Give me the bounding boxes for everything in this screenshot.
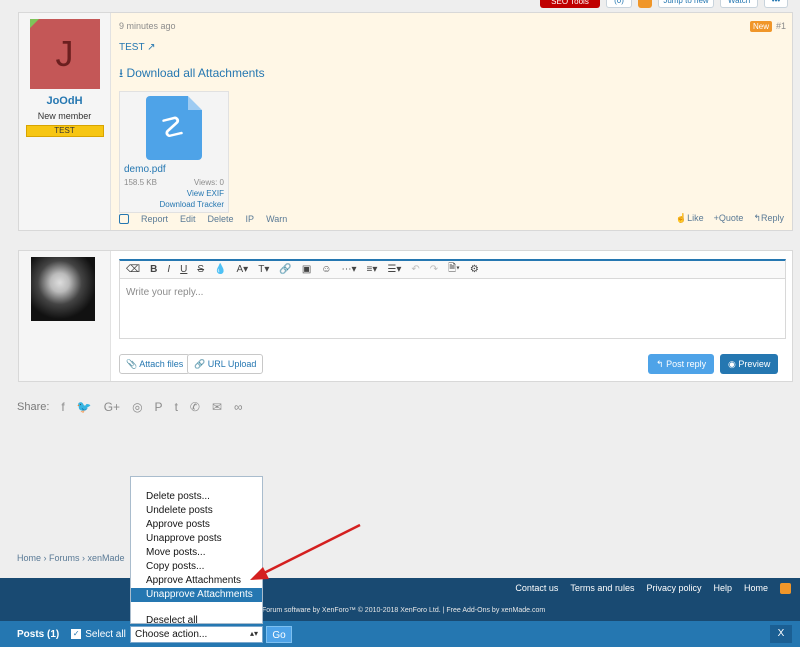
annotation-arrow <box>250 523 361 580</box>
arrow-head <box>250 567 269 580</box>
arrow-line <box>261 523 361 576</box>
